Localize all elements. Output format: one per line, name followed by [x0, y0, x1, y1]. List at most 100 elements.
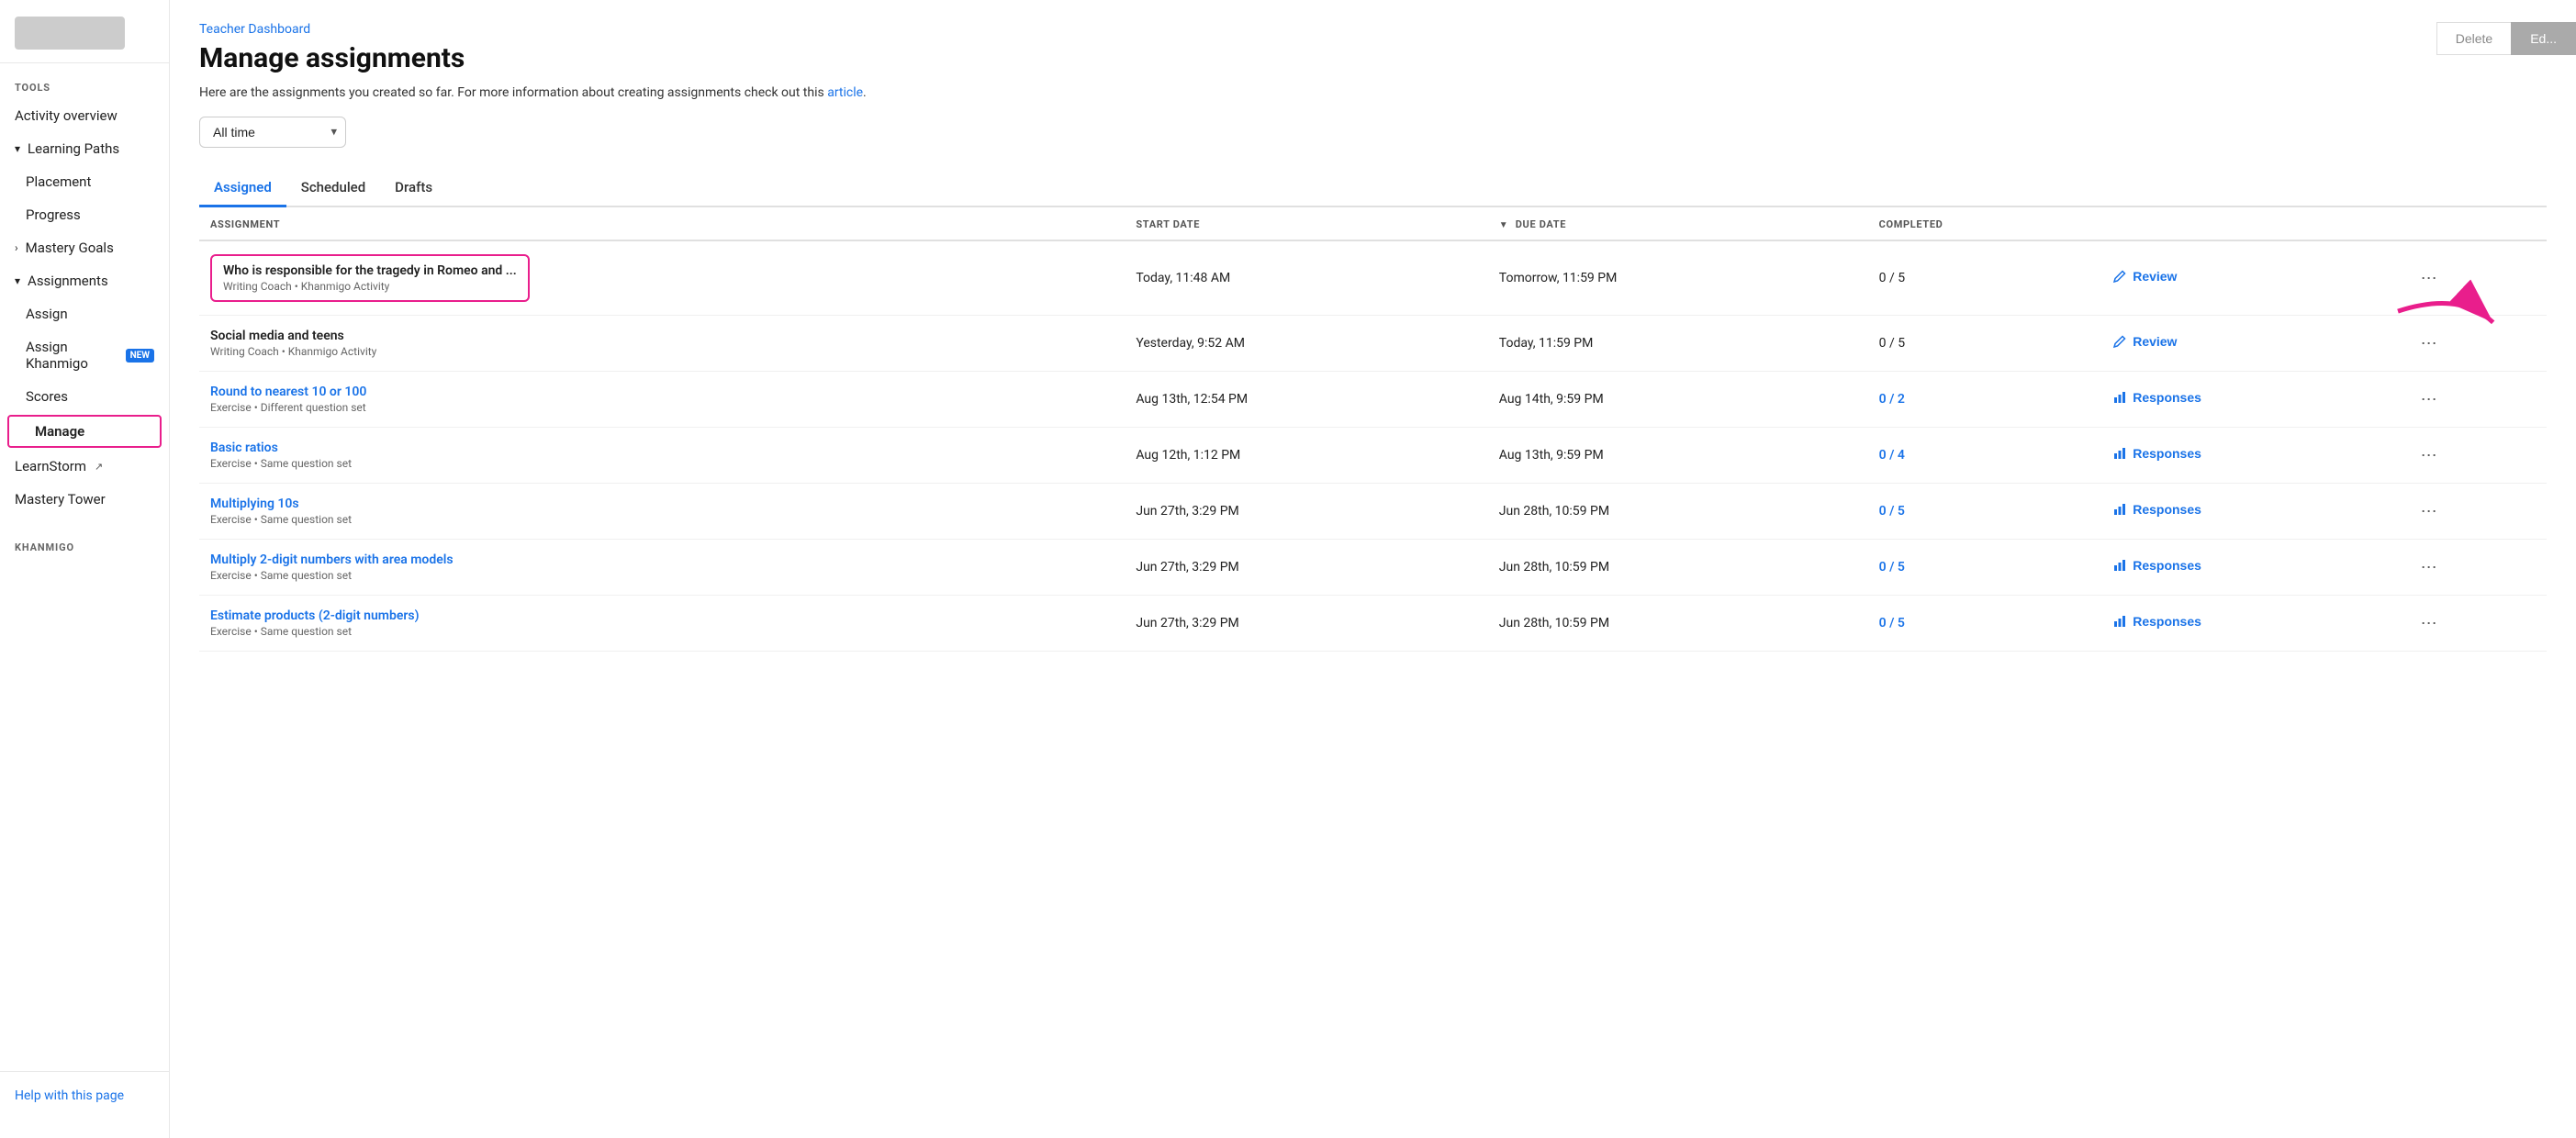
- assignment-name: Social media and teens: [210, 329, 1114, 343]
- more-options-cell: ⋯: [2402, 484, 2547, 540]
- tabs-bar: Assigned Scheduled Drafts: [199, 170, 2547, 207]
- due-date-cell: Aug 13th, 9:59 PM: [1488, 428, 1868, 484]
- review-button[interactable]: Review: [2112, 334, 2177, 349]
- responses-button[interactable]: Responses: [2112, 390, 2201, 405]
- col-more: [2402, 207, 2547, 240]
- table-row: Who is responsible for the tragedy in Ro…: [199, 240, 2547, 316]
- assignment-name[interactable]: Estimate products (2-digit numbers): [210, 608, 1114, 623]
- sidebar-item-mastery-tower[interactable]: Mastery Tower: [0, 483, 169, 516]
- col-due-date[interactable]: ▼ DUE DATE: [1488, 207, 1868, 240]
- start-date-cell: Jun 27th, 3:29 PM: [1125, 484, 1487, 540]
- sidebar-item-mastery-goals[interactable]: › Mastery Goals: [0, 231, 169, 264]
- sidebar-item-placement[interactable]: Placement: [0, 165, 169, 198]
- more-options-button[interactable]: ⋯: [2414, 386, 2445, 413]
- start-date-cell: Aug 12th, 1:12 PM: [1125, 428, 1487, 484]
- page-subtitle: Here are the assignments you created so …: [199, 85, 2547, 100]
- breadcrumb[interactable]: Teacher Dashboard: [199, 22, 2547, 37]
- bar-chart-icon: [2112, 390, 2127, 405]
- sidebar-section-tools: TOOLS: [0, 71, 169, 99]
- help-with-page-link[interactable]: Help with this page: [0, 1079, 169, 1112]
- completed-cell[interactable]: 0 / 5: [1868, 540, 2102, 596]
- tab-assigned[interactable]: Assigned: [199, 170, 286, 207]
- more-options-button[interactable]: ⋯: [2414, 610, 2445, 637]
- sidebar-item-label: Assign: [26, 306, 68, 322]
- chevron-down-icon: ▾: [15, 274, 20, 287]
- assignment-meta: Exercise • Same question set: [210, 569, 1114, 582]
- more-options-button[interactable]: ⋯: [2414, 330, 2445, 357]
- table-row: Estimate products (2-digit numbers)Exerc…: [199, 596, 2547, 652]
- assignment-cell: Estimate products (2-digit numbers)Exerc…: [199, 596, 1125, 652]
- sidebar-item-label: Scores: [26, 388, 68, 405]
- action-cell: Review: [2101, 240, 2402, 316]
- sidebar-item-label: Placement: [26, 173, 91, 190]
- assignment-name[interactable]: Basic ratios: [210, 441, 1114, 455]
- more-options-cell: ⋯: [2402, 316, 2547, 372]
- new-badge: NEW: [126, 349, 154, 363]
- sidebar-item-label: Learning Paths: [28, 140, 119, 157]
- assignment-cell: Who is responsible for the tragedy in Ro…: [199, 240, 1125, 316]
- sidebar-item-assign-khanmigo[interactable]: Assign Khanmigo NEW: [0, 330, 169, 380]
- sidebar-item-label: Assign Khanmigo: [26, 339, 117, 372]
- assignment-name[interactable]: Round to nearest 10 or 100: [210, 385, 1114, 399]
- col-action: [2101, 207, 2402, 240]
- more-options-button[interactable]: ⋯: [2414, 498, 2445, 525]
- external-link-icon: ↗: [95, 461, 103, 473]
- article-link[interactable]: article: [827, 85, 863, 100]
- more-options-button[interactable]: ⋯: [2414, 442, 2445, 469]
- due-date-cell: Jun 28th, 10:59 PM: [1488, 540, 1868, 596]
- filter-select-wrap: All time Last 7 days Last 30 days Last 3…: [199, 117, 346, 148]
- assignment-cell: Multiply 2-digit numbers with area model…: [199, 540, 1125, 596]
- action-cell: Responses: [2101, 540, 2402, 596]
- assignment-name[interactable]: Multiply 2-digit numbers with area model…: [210, 552, 1114, 567]
- sidebar-item-progress[interactable]: Progress: [0, 198, 169, 231]
- chevron-down-icon: ▾: [15, 142, 20, 155]
- tab-drafts[interactable]: Drafts: [380, 170, 447, 207]
- time-filter-select[interactable]: All time Last 7 days Last 30 days Last 3…: [199, 117, 346, 148]
- sidebar-item-label: LearnStorm: [15, 458, 86, 474]
- completed-cell: 0 / 5: [1868, 240, 2102, 316]
- review-button[interactable]: Review: [2112, 269, 2177, 284]
- start-date-cell: Jun 27th, 3:29 PM: [1125, 596, 1487, 652]
- assignment-name[interactable]: Multiplying 10s: [210, 496, 1114, 511]
- assignment-cell: Round to nearest 10 or 100 Exercise • Dif…: [199, 372, 1125, 428]
- more-options-button[interactable]: ⋯: [2414, 554, 2445, 581]
- bar-chart-icon: [2112, 558, 2127, 573]
- edit-button[interactable]: Ed...: [2511, 22, 2576, 55]
- completed-cell[interactable]: 0 / 2: [1868, 372, 2102, 428]
- sidebar-item-manage[interactable]: Manage: [7, 415, 162, 448]
- responses-button[interactable]: Responses: [2112, 502, 2201, 517]
- table-row: Round to nearest 10 or 100 Exercise • Dif…: [199, 372, 2547, 428]
- more-options-button[interactable]: ⋯: [2414, 265, 2445, 292]
- sidebar-item-scores[interactable]: Scores: [0, 380, 169, 413]
- tab-scheduled[interactable]: Scheduled: [286, 170, 380, 207]
- sidebar-item-learning-paths[interactable]: ▾ Learning Paths: [0, 132, 169, 165]
- action-cell: Responses: [2101, 372, 2402, 428]
- sidebar-item-label: Progress: [26, 206, 81, 223]
- sidebar-item-learnstorm[interactable]: LearnStorm ↗: [0, 450, 169, 483]
- due-date-cell: Today, 11:59 PM: [1488, 316, 1868, 372]
- more-options-cell: ⋯: [2402, 240, 2547, 316]
- sidebar-section-khanmigo: KHANMIGO: [0, 530, 169, 559]
- sidebar-item-activity-overview[interactable]: Activity overview: [0, 99, 169, 132]
- more-options-cell: ⋯: [2402, 428, 2547, 484]
- sidebar-item-label: Mastery Tower: [15, 491, 106, 508]
- completed-cell[interactable]: 0 / 5: [1868, 484, 2102, 540]
- sidebar-item-assignments[interactable]: ▾ Assignments: [0, 264, 169, 297]
- sidebar-item-assign[interactable]: Assign: [0, 297, 169, 330]
- assignment-meta: Exercise • Different question set: [210, 401, 1114, 414]
- bar-chart-icon: [2112, 614, 2127, 629]
- assignment-cell: Social media and teensWriting Coach • Kh…: [199, 316, 1125, 372]
- responses-button[interactable]: Responses: [2112, 446, 2201, 461]
- completed-cell[interactable]: 0 / 5: [1868, 596, 2102, 652]
- responses-button[interactable]: Responses: [2112, 558, 2201, 573]
- more-options-cell: ⋯: [2402, 540, 2547, 596]
- action-cell: Responses: [2101, 596, 2402, 652]
- col-start-date: START DATE: [1125, 207, 1487, 240]
- responses-button[interactable]: Responses: [2112, 614, 2201, 629]
- sidebar-item-label: Activity overview: [15, 107, 118, 124]
- start-date-cell: Jun 27th, 3:29 PM: [1125, 540, 1487, 596]
- sidebar-item-label: Assignments: [28, 273, 108, 289]
- logo-image: [15, 17, 125, 50]
- completed-cell[interactable]: 0 / 4: [1868, 428, 2102, 484]
- delete-button[interactable]: Delete: [2436, 22, 2511, 55]
